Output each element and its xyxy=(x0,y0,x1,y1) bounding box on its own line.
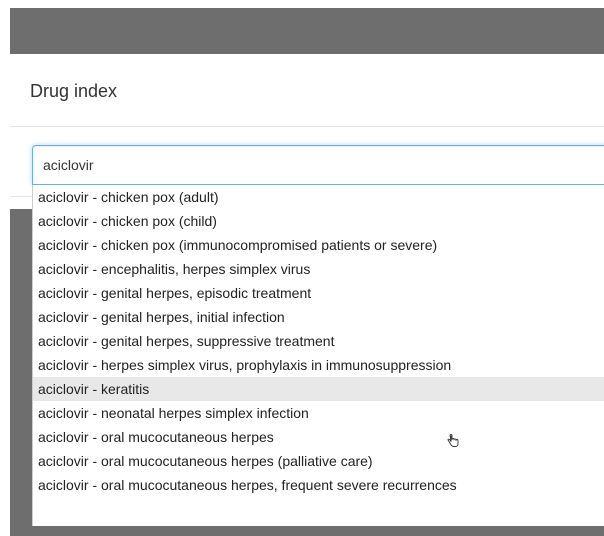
autocomplete-dropdown: aciclovir - chicken pox (adult) aciclovi… xyxy=(32,185,604,526)
autocomplete-item[interactable]: aciclovir - neonatal herpes simplex infe… xyxy=(33,401,604,425)
autocomplete-item[interactable]: aciclovir - keratitis xyxy=(33,377,604,401)
screen-bezel-left xyxy=(0,0,10,536)
modal-backdrop-left[interactable] xyxy=(10,208,32,536)
autocomplete-item[interactable]: aciclovir - genital herpes, initial infe… xyxy=(33,305,604,329)
hand-pointer-icon xyxy=(447,434,459,447)
autocomplete-item[interactable]: aciclovir - chicken pox (immunocompromis… xyxy=(33,233,604,257)
autocomplete-item[interactable]: aciclovir - chicken pox (adult) xyxy=(33,185,604,209)
drug-search-input[interactable] xyxy=(32,145,604,185)
modal-header-divider xyxy=(10,126,604,127)
autocomplete-item[interactable]: aciclovir - oral mucocutaneous herpes (p… xyxy=(33,449,604,473)
autocomplete-item[interactable]: aciclovir - chicken pox (child) xyxy=(33,209,604,233)
autocomplete-item[interactable]: aciclovir - herpes simplex virus, prophy… xyxy=(33,353,604,377)
autocomplete-item[interactable]: aciclovir - oral mucocutaneous herpes xyxy=(33,425,604,449)
modal-backdrop-top[interactable] xyxy=(10,8,604,54)
autocomplete-item[interactable]: aciclovir - genital herpes, suppressive … xyxy=(33,329,604,353)
modal-footer-edge xyxy=(10,196,32,209)
autocomplete-item[interactable]: aciclovir - encephalitis, herpes simplex… xyxy=(33,257,604,281)
autocomplete-item[interactable]: aciclovir - genital herpes, episodic tre… xyxy=(33,281,604,305)
modal-backdrop-bottom[interactable] xyxy=(10,526,604,536)
modal-title: Drug index xyxy=(30,81,118,101)
autocomplete-item[interactable]: aciclovir - oral mucocutaneous herpes, f… xyxy=(33,473,604,497)
screen-bezel-top xyxy=(0,0,604,8)
